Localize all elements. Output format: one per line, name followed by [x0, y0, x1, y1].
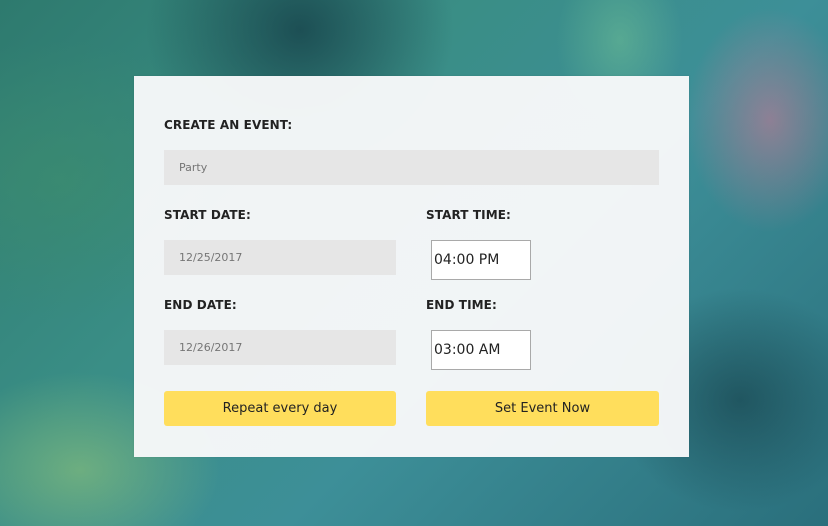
event-form-card: CREATE AN EVENT: START DATE: START TIME:…	[134, 76, 689, 457]
start-date-input[interactable]	[164, 240, 396, 275]
set-event-now-button[interactable]: Set Event Now	[426, 391, 659, 426]
repeat-every-day-button[interactable]: Repeat every day	[164, 391, 396, 426]
start-date-label: START DATE:	[164, 208, 251, 222]
end-date-input[interactable]	[164, 330, 396, 365]
end-date-label: END DATE:	[164, 298, 237, 312]
event-name-label: CREATE AN EVENT:	[164, 118, 293, 132]
end-time-label: END TIME:	[426, 298, 497, 312]
end-time-input[interactable]: 03:00 AM	[431, 330, 531, 370]
start-time-input[interactable]: 04:00 PM	[431, 240, 531, 280]
start-time-label: START TIME:	[426, 208, 511, 222]
event-name-input[interactable]	[164, 150, 659, 185]
